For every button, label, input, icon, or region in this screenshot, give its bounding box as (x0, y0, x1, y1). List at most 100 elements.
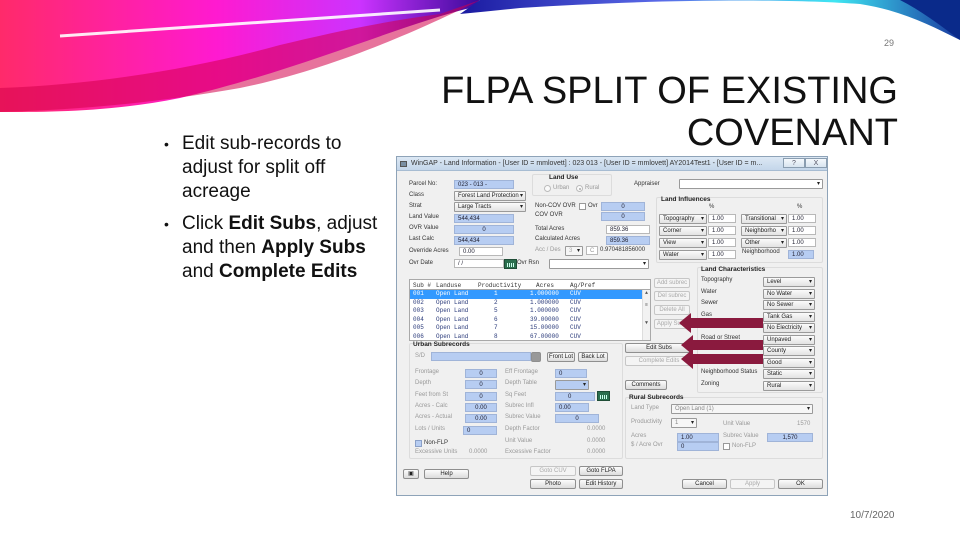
lc-zoning-dropdown[interactable]: Rural (763, 381, 815, 391)
apply-button[interactable]: Apply (730, 479, 775, 489)
class-dropdown[interactable]: Forest Land Protection (454, 191, 526, 201)
urban-non-flp-checkbox[interactable] (415, 440, 422, 447)
help-button[interactable]: Help (424, 469, 469, 479)
calculator-icon[interactable] (597, 391, 610, 401)
rural-non-flp-checkbox[interactable] (723, 443, 730, 450)
rural-subrecords-title: Rural Subrecords (629, 394, 684, 401)
subrecord-row[interactable]: 005 Open Land 7 15.00000 CUV (410, 324, 650, 333)
subrec-infl-field[interactable]: 0.00 (555, 403, 589, 412)
rural-label: Rural (585, 185, 600, 191)
sd-dropdown-button[interactable] (531, 352, 541, 362)
frontage-field[interactable]: 0 (465, 369, 497, 378)
subrecord-cell: Open Land (436, 290, 469, 297)
ovr-date-field[interactable]: / / (454, 259, 504, 268)
strat-dropdown[interactable]: Large Tracts (454, 202, 526, 212)
window-titlebar[interactable]: WinGAP - Land Information - [User ID = m… (397, 157, 827, 171)
influence-water-value[interactable]: 1.00 (708, 250, 736, 259)
unit-value-value: 0.0000 (587, 438, 606, 444)
col-header-productivity[interactable]: Productivity (478, 282, 521, 289)
depth-factor-label: Depth Factor (505, 426, 540, 432)
appraiser-dropdown[interactable] (679, 179, 823, 189)
depth-table-dropdown[interactable] (555, 380, 589, 390)
lc-road-dropdown[interactable]: Unpaved (763, 335, 815, 345)
back-lot-button[interactable]: Back Lot (578, 352, 608, 362)
influence-view-value[interactable]: 1.00 (708, 238, 736, 247)
sd-field[interactable] (431, 352, 531, 361)
col-header-agpref[interactable]: Ag/Pref (570, 282, 595, 289)
influence-transitional-dropdown[interactable]: Transitional (741, 214, 787, 224)
influence-neighborhood-dropdown[interactable]: Neighborho (741, 226, 787, 236)
ovr-checkbox[interactable] (579, 203, 586, 210)
add-subrec-button[interactable]: Add subrec (654, 278, 690, 288)
lc-neighborhood-status-dropdown[interactable]: Static (763, 369, 815, 379)
feet-from-st-field[interactable]: 0 (465, 392, 497, 401)
influence-neighborhood-value[interactable]: 1.00 (788, 226, 816, 235)
urban-subrecords-title: Urban Subrecords (413, 341, 470, 348)
land-type-dropdown[interactable]: Open Land (1) (671, 404, 813, 414)
influence-other-dropdown[interactable]: Other (741, 238, 787, 248)
rural-acres-field[interactable]: 1.00 (677, 433, 719, 442)
influence-view-dropdown[interactable]: View (659, 238, 707, 248)
lc-topography-dropdown[interactable]: Level (763, 277, 815, 287)
subrecord-row[interactable]: 004 Open Land 6 39.00000 CUV (410, 316, 650, 325)
influence-topography-dropdown[interactable]: Topography (659, 214, 707, 224)
urban-radio[interactable] (544, 185, 551, 192)
col-header-acres[interactable]: Acres (536, 282, 554, 289)
influence-corner-value[interactable]: 1.00 (708, 226, 736, 235)
subrecord-cell: CUV (570, 307, 581, 315)
sq-feet-field[interactable]: 0 (555, 392, 595, 401)
front-lot-button[interactable]: Front Lot (547, 352, 575, 362)
lc-electricity-dropdown[interactable]: No Electricity (763, 323, 815, 333)
acres-actual-field[interactable]: 0.00 (465, 414, 497, 423)
help-icon[interactable]: ? (783, 158, 805, 168)
total-acres-label: Total Acres (535, 226, 565, 232)
col-header-landuse[interactable]: Landuse (436, 282, 461, 289)
parcel-no-field[interactable]: 023 - 013 - (454, 180, 514, 189)
influence-transitional-value[interactable]: 1.00 (788, 214, 816, 223)
lc-road-condition-dropdown[interactable]: Good (763, 358, 815, 368)
photo-button[interactable]: Photo (530, 479, 576, 489)
goto-flpa-button[interactable]: Goto FLPA (579, 466, 623, 476)
lc-sewer-dropdown[interactable]: No Sewer (763, 300, 815, 310)
productivity-dropdown[interactable]: 1 (671, 418, 697, 428)
lc-gas-dropdown[interactable]: Tank Gas (763, 312, 815, 322)
slide-date: 10/7/2020 (850, 510, 895, 521)
comments-button[interactable]: Comments (625, 380, 667, 390)
col-header-sub[interactable]: Sub # (413, 282, 431, 289)
subrecords-scrollbar[interactable]: ▲ ≡ ▼ (642, 290, 650, 340)
acc-dropdown[interactable]: 3 (565, 246, 583, 256)
subrecords-grid[interactable]: Sub # Landuse Productivity Acres Ag/Pref… (409, 279, 651, 341)
lc-road-maintenance-dropdown[interactable]: County (763, 346, 815, 356)
ovr-rsn-dropdown[interactable] (549, 259, 649, 269)
subrecord-row[interactable]: 002 Open Land 2 1.000000 CUV (410, 299, 650, 308)
cancel-button[interactable]: Cancel (682, 479, 727, 489)
print-icon[interactable]: ▣ (403, 469, 419, 479)
goto-cuv-button[interactable]: Goto CUV (530, 466, 576, 476)
total-acres-field[interactable]: 859.36 (606, 225, 650, 234)
rural-radio[interactable] (576, 185, 583, 192)
edit-history-button[interactable]: Edit History (579, 479, 623, 489)
bullet-item: Click Edit Subs, adjust and then Apply S… (162, 212, 390, 284)
close-icon[interactable]: X (805, 158, 827, 168)
override-acres-field[interactable]: 0.00 (459, 247, 503, 256)
influence-water-dropdown[interactable]: Water (659, 250, 707, 260)
subrecord-cell: 5 (494, 307, 498, 315)
eff-frontage-field[interactable]: 0 (555, 369, 587, 378)
depth-field[interactable]: 0 (465, 380, 497, 389)
subrecord-row[interactable]: 003 Open Land 5 1.000000 CUV (410, 307, 650, 316)
subrecord-cell: CUV (570, 298, 581, 306)
acre-ovr-field[interactable]: 0 (677, 442, 719, 451)
calendar-icon[interactable] (504, 259, 517, 269)
influence-corner-dropdown[interactable]: Corner (659, 226, 707, 236)
lots-units-field[interactable]: 0 (463, 426, 497, 435)
influence-other-value[interactable]: 1.00 (788, 238, 816, 247)
des-field[interactable]: C (586, 246, 598, 255)
influence-topography-value[interactable]: 1.00 (708, 214, 736, 223)
ok-button[interactable]: OK (778, 479, 823, 489)
subrecord-row[interactable]: 001 Open Land 1 1.000000 CUV (410, 290, 650, 299)
subrecord-cell: 8 (494, 332, 498, 340)
depth-factor-value: 0.0000 (587, 426, 606, 432)
productivity-label: Productivity (631, 419, 663, 425)
lc-water-dropdown[interactable]: No Water (763, 289, 815, 299)
del-subrec-button[interactable]: Del subrec (654, 291, 690, 301)
